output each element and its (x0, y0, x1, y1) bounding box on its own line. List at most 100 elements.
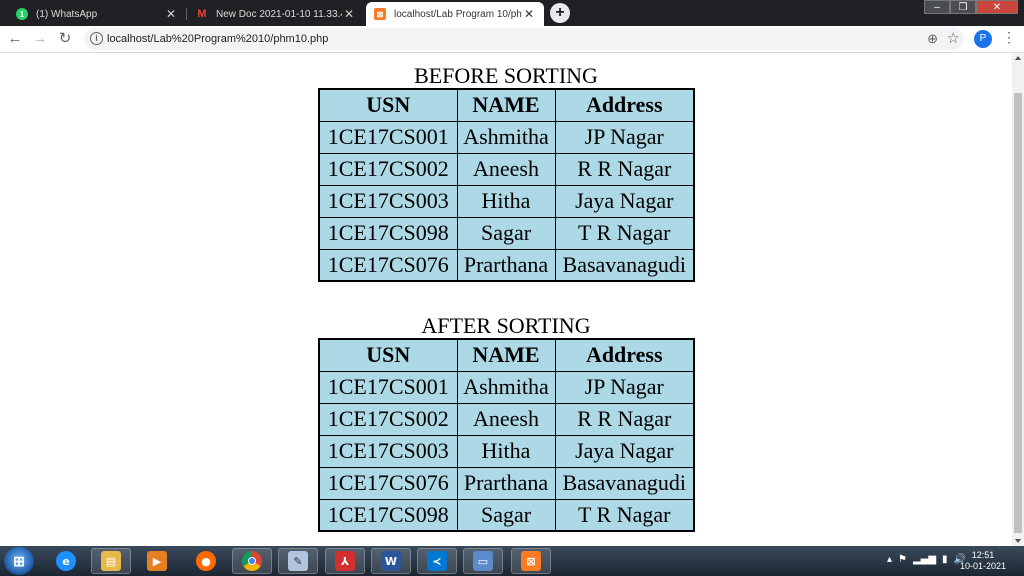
column-header-name: NAME (456, 338, 556, 372)
address-cell: T R Nagar (554, 216, 695, 250)
back-button[interactable]: ← (6, 30, 24, 48)
taskbar-word[interactable]: W (371, 548, 411, 574)
tab-whatsapp[interactable]: 1 (1) WhatsApp ✕ (8, 2, 186, 26)
usn-cell: 1CE17CS001 (318, 120, 458, 154)
media-player-icon: ▶ (147, 551, 167, 571)
column-header-usn: USN (318, 88, 458, 122)
taskbar-paint[interactable]: ✎ (278, 548, 318, 574)
battery-icon[interactable]: ▮ (942, 554, 948, 565)
usn-cell: 1CE17CS003 (318, 434, 458, 468)
taskbar-acrobat[interactable]: ⅄ (325, 548, 365, 574)
taskbar-vscode[interactable]: ≺ (417, 548, 457, 574)
name-cell: Ashmitha (456, 370, 556, 404)
before-sorting-table: USN NAME Address 1CE17CS001 Ashmitha JP … (318, 88, 695, 282)
minimize-button[interactable]: – (924, 0, 950, 14)
column-header-name: NAME (456, 88, 556, 122)
column-header-address: Address (554, 338, 695, 372)
after-sorting-caption: AFTER SORTING (421, 313, 591, 338)
usn-cell: 1CE17CS002 (318, 402, 458, 436)
menu-kebab-icon[interactable]: ⋮ (1002, 29, 1016, 46)
address-cell: JP Nagar (554, 370, 695, 404)
chrome-icon (242, 551, 262, 571)
forward-button[interactable]: → (31, 30, 49, 48)
address-cell: Basavanagudi (554, 248, 695, 282)
table-row: 1CE17CS003 Hitha Jaya Nagar (318, 434, 695, 468)
tab-label: New Doc 2021-01-10 11.33.44 - (216, 8, 342, 20)
internet-explorer-icon: e (56, 551, 76, 571)
url-text[interactable]: localhost/Lab%20Program%2010/phm10.php (107, 33, 328, 45)
zoom-icon[interactable]: ⊕ (927, 31, 938, 47)
table-row: 1CE17CS098 Sagar T R Nagar (318, 216, 695, 250)
name-cell: Aneesh (456, 402, 556, 436)
bookmark-star-icon[interactable]: ☆ (947, 29, 960, 47)
vscode-icon: ≺ (427, 551, 447, 571)
usn-cell: 1CE17CS076 (318, 248, 458, 282)
tab-strip: 1 (1) WhatsApp ✕ M New Doc 2021-01-10 11… (0, 0, 1024, 26)
table-row: 1CE17CS001 Ashmitha JP Nagar (318, 370, 695, 404)
address-bar[interactable]: i localhost/Lab%20Program%2010/phm10.php… (84, 28, 964, 50)
info-icon[interactable]: i (90, 32, 103, 45)
close-tab-icon[interactable]: ✕ (164, 7, 178, 21)
taskbar-xampp[interactable]: ⊠ (511, 548, 551, 574)
usn-cell: 1CE17CS076 (318, 466, 458, 500)
address-cell: JP Nagar (554, 120, 695, 154)
network-signal-icon[interactable]: ▂▄▆ (913, 554, 936, 565)
table-row: 1CE17CS098 Sagar T R Nagar (318, 498, 695, 532)
table-row: 1CE17CS002 Aneesh R R Nagar (318, 402, 695, 436)
taskbar-chrome[interactable] (232, 548, 272, 574)
browser-toolbar: ← → ↻ i localhost/Lab%20Program%2010/phm… (0, 26, 1024, 53)
close-tab-icon[interactable]: ✕ (342, 7, 356, 21)
vertical-scrollbar[interactable] (1012, 53, 1024, 546)
show-hidden-icons-icon[interactable]: ▴ (887, 554, 892, 565)
usn-cell: 1CE17CS003 (318, 184, 458, 218)
flag-icon[interactable]: ⚑ (898, 554, 907, 565)
restore-button[interactable]: ❐ (950, 0, 976, 14)
table-row: 1CE17CS003 Hitha Jaya Nagar (318, 184, 695, 218)
address-cell: Basavanagudi (554, 466, 695, 500)
start-button[interactable]: ⊞ (4, 547, 34, 575)
name-cell: Sagar (456, 216, 556, 250)
taskbar-clock[interactable]: 12:51 10-01-2021 (960, 550, 1006, 572)
taskbar-firefox[interactable]: ● (186, 548, 226, 574)
system-tray: ▴ ⚑ ▂▄▆ ▮ 🔊 (887, 554, 966, 565)
address-cell: R R Nagar (554, 152, 695, 186)
taskbar-window[interactable]: ▭ (463, 548, 503, 574)
table-header-row: USN NAME Address (318, 88, 695, 122)
file-explorer-icon: ▤ (101, 551, 121, 571)
scroll-down-arrow-icon[interactable] (1015, 539, 1021, 543)
tab-divider (186, 8, 187, 20)
clock-time: 12:51 (971, 550, 995, 560)
scroll-up-arrow-icon[interactable] (1015, 56, 1021, 60)
page-content: BEFORE SORTING USN NAME Address 1CE17CS0… (0, 53, 1012, 546)
usn-cell: 1CE17CS098 (318, 216, 458, 250)
taskbar-file-explorer[interactable]: ▤ (91, 548, 131, 574)
table-row: 1CE17CS002 Aneesh R R Nagar (318, 152, 695, 186)
new-tab-button[interactable]: + (550, 3, 570, 23)
table-header-row: USN NAME Address (318, 338, 695, 372)
address-cell: R R Nagar (554, 402, 695, 436)
word-icon: W (381, 551, 401, 571)
usn-cell: 1CE17CS002 (318, 152, 458, 186)
table-row: 1CE17CS076 Prarthana Basavanagudi (318, 466, 695, 500)
windows-taskbar: ⊞ e ▤ ▶ ● ✎ ⅄ W ≺ ▭ ⊠ ▴ ⚑ ▂▄▆ ▮ 🔊 12:51 … (0, 546, 1024, 576)
gmail-icon: M (197, 8, 207, 20)
name-cell: Aneesh (456, 152, 556, 186)
tab-label: localhost/Lab Program 10/phm10 (394, 8, 522, 20)
whatsapp-icon: 1 (16, 8, 28, 20)
tab-gmail[interactable]: M New Doc 2021-01-10 11.33.44 - ✕ (188, 2, 364, 26)
name-cell: Ashmitha (456, 120, 556, 154)
profile-avatar[interactable]: P (974, 30, 992, 48)
tab-localhost[interactable]: ⊠ localhost/Lab Program 10/phm10 ✕ (366, 2, 544, 26)
address-cell: Jaya Nagar (554, 434, 695, 468)
name-cell: Hitha (456, 434, 556, 468)
close-tab-icon[interactable]: ✕ (522, 7, 536, 21)
window-controls: – ❐ ✕ (924, 0, 1018, 14)
reload-button[interactable]: ↻ (56, 30, 74, 48)
taskbar-media-player[interactable]: ▶ (137, 548, 177, 574)
taskbar-internet-explorer[interactable]: e (46, 548, 86, 574)
xampp-icon: ⊠ (521, 551, 541, 571)
scroll-thumb[interactable] (1014, 93, 1022, 533)
address-cell: Jaya Nagar (554, 184, 695, 218)
usn-cell: 1CE17CS098 (318, 498, 458, 532)
close-window-button[interactable]: ✕ (976, 0, 1018, 14)
